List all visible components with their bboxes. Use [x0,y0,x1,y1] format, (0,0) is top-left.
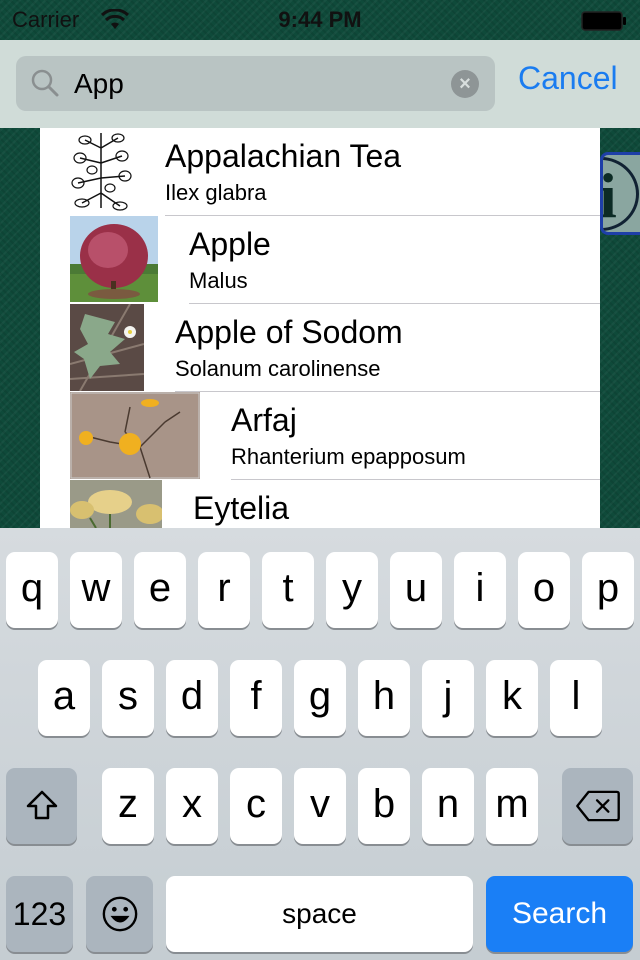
plant-thumbnail [70,128,132,215]
plant-scientific-name: Malus [189,268,248,293]
key-p[interactable]: p [582,552,634,628]
key-c[interactable]: c [230,768,282,844]
search-bar: × Cancel [0,40,640,128]
clear-icon[interactable]: × [451,70,479,98]
key-v[interactable]: v [294,768,346,844]
key-a[interactable]: a [38,660,90,736]
key-k[interactable]: k [486,660,538,736]
key-e[interactable]: e [134,552,186,628]
plant-common-name: Arfaj [231,402,297,438]
search-results-list: Appalachian Tea Ilex glabra Apple Malus … [40,128,600,528]
result-row[interactable]: Apple of Sodom Solanum carolinense [40,304,600,392]
clock: 9:44 PM [278,7,362,32]
emoji-icon [102,896,137,932]
key-z[interactable]: z [102,768,154,844]
plant-common-name: Appalachian Tea [165,138,402,174]
result-row[interactable]: Apple Malus [40,216,600,304]
key-s[interactable]: s [102,660,154,736]
key-w[interactable]: w [70,552,122,628]
status-bar: Carrier 9:44 PM [0,0,640,40]
result-row[interactable]: Arfaj Rhanterium epapposum [40,392,600,480]
key-t[interactable]: t [262,552,314,628]
key-d[interactable]: d [166,660,218,736]
plant-common-name: Eytelia [193,490,290,526]
keyboard: q w e r t y u i o p a s d f g h j k l z … [0,528,640,960]
cancel-button[interactable]: Cancel [518,60,618,97]
search-field[interactable]: × [16,56,495,111]
key-x[interactable]: x [166,768,218,844]
key-i[interactable]: i [454,552,506,628]
key-o[interactable]: o [518,552,570,628]
plant-scientific-name: Rhanterium epapposum [231,444,466,469]
search-icon [31,69,59,97]
result-row[interactable]: Appalachian Tea Ilex glabra [40,128,600,216]
key-h[interactable]: h [358,660,410,736]
numbers-key[interactable]: 123 [6,876,73,952]
key-f[interactable]: f [230,660,282,736]
battery-full-icon [581,11,626,31]
space-key[interactable]: space [166,876,473,952]
plant-thumbnail [70,392,200,479]
key-y[interactable]: y [326,552,378,628]
plant-thumbnail [70,304,144,391]
key-q[interactable]: q [6,552,58,628]
key-u[interactable]: u [390,552,442,628]
plant-scientific-name: Solanum carolinense [175,356,381,381]
info-glyph: i [600,160,617,231]
delete-icon [575,790,620,822]
shift-key[interactable] [6,768,77,844]
search-key[interactable]: Search [486,876,633,952]
key-r[interactable]: r [198,552,250,628]
key-j[interactable]: j [422,660,474,736]
delete-key[interactable] [562,768,633,844]
plant-thumbnail [70,216,158,302]
key-g[interactable]: g [294,660,346,736]
key-n[interactable]: n [422,768,474,844]
plant-scientific-name: Ilex glabra [165,180,267,205]
key-b[interactable]: b [358,768,410,844]
result-row[interactable]: Eytelia [40,480,600,528]
key-l[interactable]: l [550,660,602,736]
plant-thumbnail [70,480,162,528]
search-input[interactable] [74,64,444,104]
info-button[interactable]: i [600,152,640,235]
shift-icon [26,790,57,820]
plant-common-name: Apple of Sodom [175,314,403,350]
emoji-key[interactable] [86,876,153,952]
plant-common-name: Apple [189,226,271,262]
key-m[interactable]: m [486,768,538,844]
